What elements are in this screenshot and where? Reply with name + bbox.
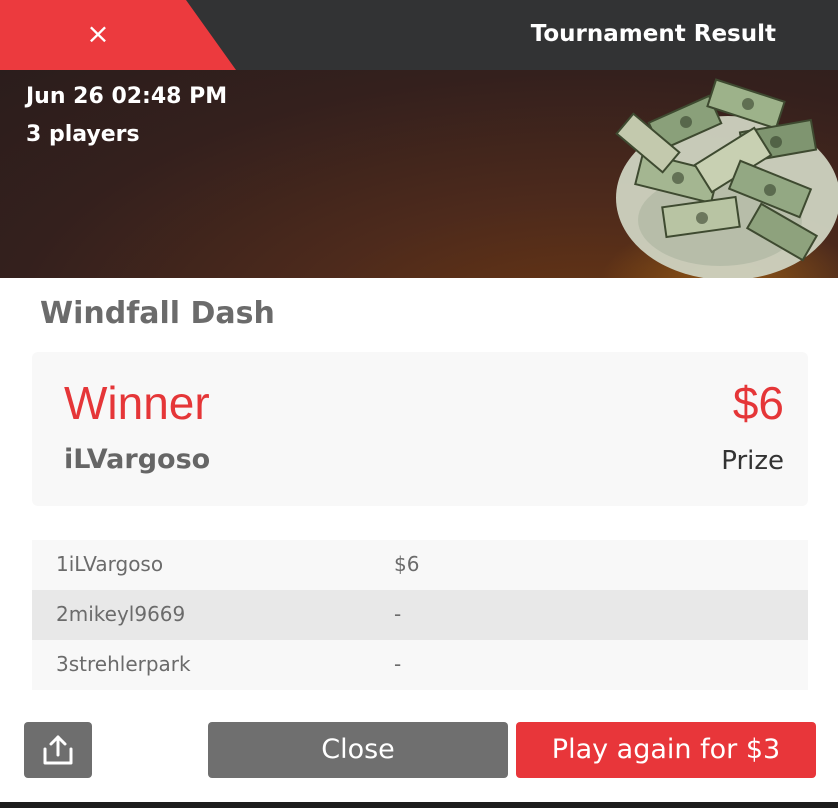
tournament-name: Windfall Dash: [40, 296, 275, 331]
winner-name: iLVargoso: [64, 444, 211, 475]
close-icon[interactable]: ×: [86, 17, 110, 51]
money-bag-image: [615, 78, 838, 278]
tournament-banner: Jun 26 02:48 PM 3 players: [0, 70, 838, 278]
rank-player-cell: 3strehlerpark: [56, 652, 191, 676]
modal-header: × Tournament Result: [0, 0, 838, 70]
tournament-result-modal: × Tournament Result Jun 26 02:48 PM 3 pl…: [0, 0, 838, 802]
tournament-date: Jun 26 02:48 PM: [26, 84, 228, 109]
prize-label: Prize: [721, 446, 784, 476]
modal-title: Tournament Result: [530, 21, 776, 47]
prize-cell: -: [394, 652, 402, 676]
play-again-button[interactable]: Play again for $3: [516, 722, 816, 778]
table-row: 1iLVargoso $6: [32, 540, 808, 590]
rank-player-cell: 2mikeyl9669: [56, 602, 186, 626]
player-count: 3 players: [26, 122, 140, 147]
table-row: 3strehlerpark -: [32, 640, 808, 690]
prize-cell: $6: [394, 552, 420, 576]
close-tab-button[interactable]: ×: [0, 0, 236, 70]
close-button[interactable]: Close: [208, 722, 508, 778]
share-button[interactable]: [24, 722, 92, 778]
prize-cell: -: [394, 602, 402, 626]
winner-label: Winner: [64, 377, 210, 429]
winner-card: Winner iLVargoso $6 Prize: [32, 352, 808, 506]
table-row: 2mikeyl9669 -: [32, 590, 808, 640]
share-icon: [43, 735, 73, 765]
results-table: 1iLVargoso $6 2mikeyl9669 - 3strehlerpar…: [32, 540, 808, 690]
rank-player-cell: 1iLVargoso: [56, 552, 164, 576]
winner-prize-value: $6: [732, 377, 784, 429]
